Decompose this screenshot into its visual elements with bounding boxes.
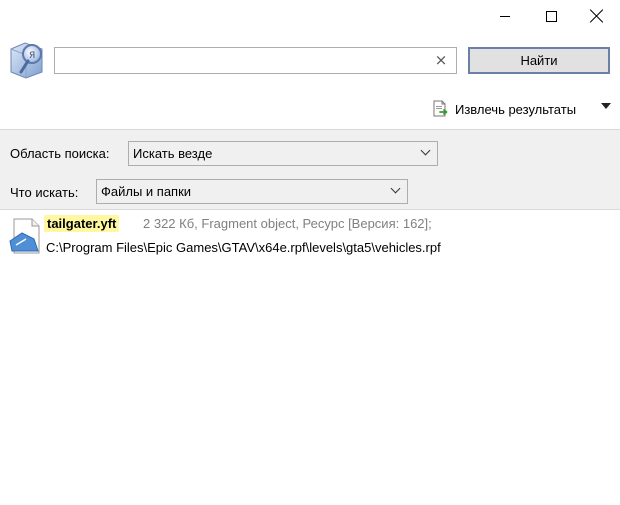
scope-select[interactable]: Искать везде	[128, 141, 438, 166]
what-label: Что искать:	[10, 185, 79, 200]
window-controls	[482, 0, 620, 32]
extract-results-button[interactable]: Извлечь результаты	[431, 99, 576, 119]
result-path: C:\Program Files\Epic Games\GTAV\x64e.rp…	[46, 240, 441, 255]
close-window-button[interactable]	[574, 0, 620, 32]
result-meta: 2 322 Кб, Fragment object, Ресурс [Верси…	[143, 216, 432, 231]
chevron-down-icon	[391, 185, 400, 194]
minimize-icon	[500, 15, 510, 17]
extract-dropdown-arrow-icon[interactable]	[601, 103, 611, 109]
scope-select-value: Искать везде	[133, 146, 213, 161]
search-input[interactable]	[55, 48, 425, 73]
filter-panel: Область поиска: Искать везде Что искать:…	[0, 129, 620, 210]
file-icon	[9, 218, 40, 254]
clear-icon: ×	[434, 51, 448, 69]
what-select[interactable]: Файлы и папки	[96, 179, 408, 204]
search-app-icon: Я	[10, 42, 43, 79]
result-filename[interactable]: tailgater.yft	[44, 215, 120, 232]
find-button[interactable]: Найти	[468, 47, 610, 74]
minimize-button[interactable]	[482, 0, 528, 32]
search-field[interactable]: ×	[54, 47, 457, 74]
close-icon	[590, 9, 604, 23]
result-item[interactable]: tailgater.yft 2 322 Кб, Fragment object,…	[0, 212, 620, 258]
chevron-down-icon	[421, 147, 430, 156]
svg-text:Я: Я	[29, 51, 35, 61]
scope-label: Область поиска:	[10, 146, 110, 161]
maximize-button[interactable]	[528, 0, 574, 32]
extract-doc-icon	[433, 100, 448, 117]
extract-results-label: Извлечь результаты	[455, 101, 577, 117]
maximize-icon	[545, 10, 557, 22]
what-select-value: Файлы и папки	[101, 184, 192, 199]
clear-button[interactable]: ×	[432, 51, 450, 69]
